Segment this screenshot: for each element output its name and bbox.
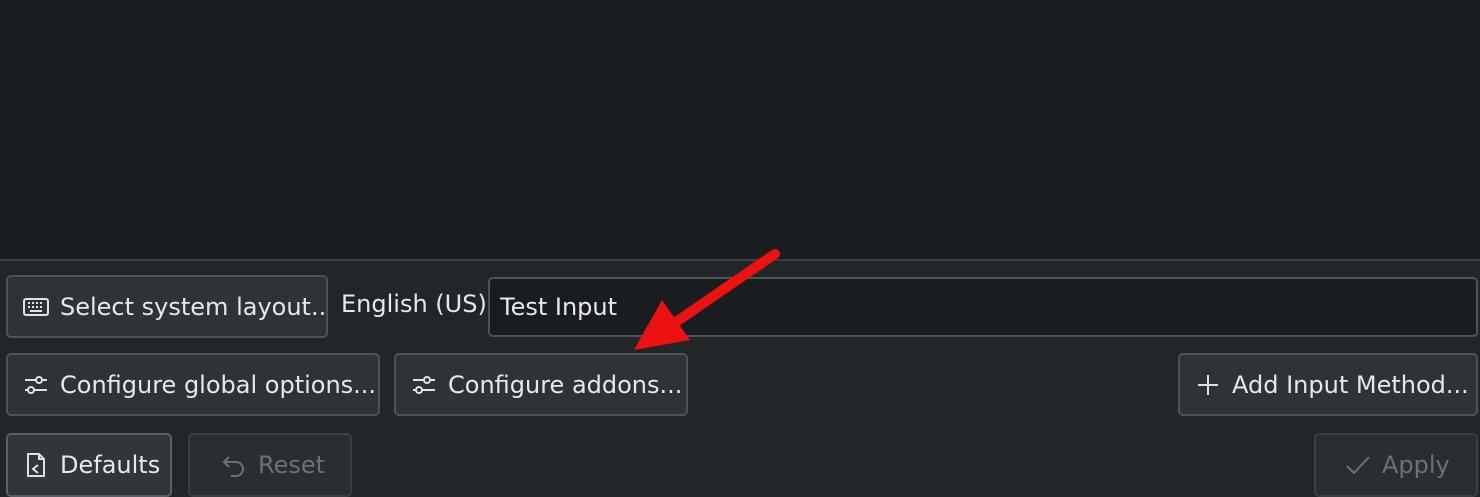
keyboard-icon bbox=[22, 293, 50, 321]
configure-addons-label: Configure addons... bbox=[448, 370, 683, 399]
apply-button[interactable]: Apply bbox=[1314, 433, 1478, 497]
select-system-layout-button[interactable]: Select system layout... bbox=[6, 275, 328, 338]
current-layout-label: English (US) bbox=[341, 290, 487, 318]
document-restore-icon bbox=[22, 451, 50, 479]
undo-icon bbox=[220, 451, 248, 479]
add-input-method-button[interactable]: Add Input Method... bbox=[1178, 353, 1478, 416]
plus-icon bbox=[1194, 371, 1222, 399]
configure-addons-button[interactable]: Configure addons... bbox=[394, 353, 688, 416]
checkmark-icon bbox=[1344, 451, 1372, 479]
sliders-icon bbox=[410, 371, 438, 399]
add-input-method-label: Add Input Method... bbox=[1232, 370, 1469, 399]
apply-label: Apply bbox=[1382, 451, 1450, 479]
input-method-list[interactable] bbox=[0, 0, 1480, 259]
configure-global-options-button[interactable]: Configure global options... bbox=[6, 353, 380, 416]
defaults-button[interactable]: Defaults bbox=[6, 433, 172, 497]
sliders-icon bbox=[22, 371, 50, 399]
test-input-field[interactable] bbox=[488, 277, 1478, 337]
configure-global-options-label: Configure global options... bbox=[60, 370, 377, 399]
select-system-layout-label: Select system layout... bbox=[60, 292, 328, 321]
reset-label: Reset bbox=[258, 451, 326, 479]
reset-button[interactable]: Reset bbox=[188, 433, 352, 497]
defaults-label: Defaults bbox=[60, 451, 161, 479]
divider bbox=[0, 259, 1480, 261]
